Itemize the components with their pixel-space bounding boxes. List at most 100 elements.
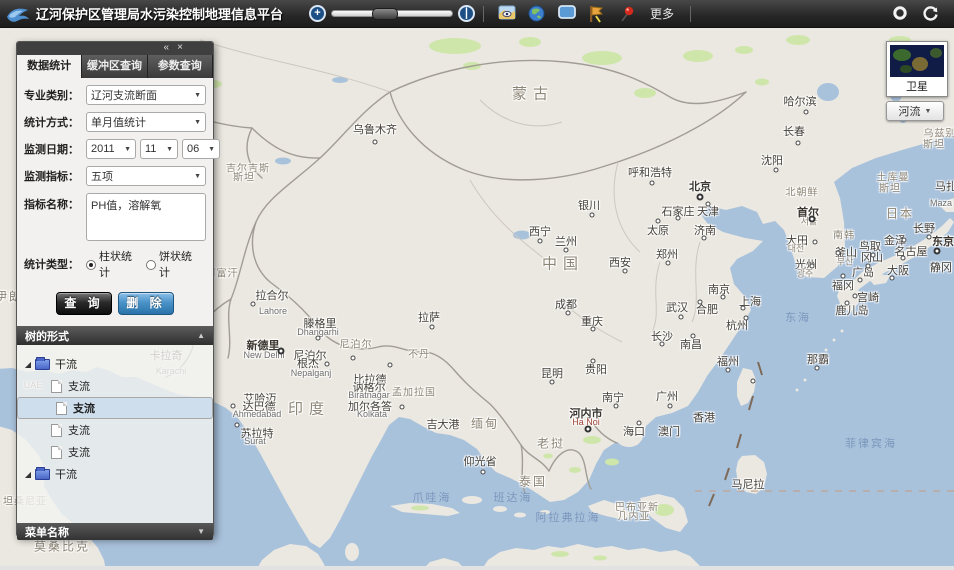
map-label: 长春 bbox=[783, 123, 805, 139]
map-label: 成都 bbox=[555, 296, 577, 312]
capital-city-marker bbox=[697, 194, 704, 201]
panel-collapse-icon[interactable]: « bbox=[163, 42, 169, 54]
radio-icon[interactable] bbox=[86, 260, 96, 270]
map-label: 南宁 bbox=[602, 389, 624, 405]
capital-city-marker bbox=[934, 248, 941, 255]
city-marker bbox=[890, 276, 895, 281]
city-marker bbox=[751, 379, 756, 384]
zoom-slider-handle[interactable] bbox=[372, 8, 398, 20]
map-label: 武汉 bbox=[666, 299, 688, 315]
city-marker bbox=[774, 168, 779, 173]
radio-option-0[interactable]: 柱状统计 bbox=[86, 248, 136, 280]
map-label: 西宁 bbox=[529, 223, 551, 239]
map-label: 沈阳 bbox=[761, 152, 783, 168]
date-label: 监测日期： bbox=[24, 141, 86, 157]
category-select[interactable]: 辽河支流断面 ▼ bbox=[86, 85, 206, 105]
map-label: 那霸 bbox=[807, 351, 829, 367]
zoom-in-button[interactable]: + bbox=[309, 5, 326, 22]
tab-2[interactable]: 参数查询 bbox=[148, 55, 213, 78]
document-icon bbox=[51, 424, 62, 437]
city-marker bbox=[231, 404, 236, 409]
tree-expander-icon[interactable]: ◢ bbox=[17, 470, 31, 479]
city-marker bbox=[841, 274, 846, 279]
map-label: 斯坦 bbox=[233, 169, 255, 184]
app-title: 辽河保护区管理局水污染控制地理信息平台 bbox=[36, 4, 283, 23]
indicator-select[interactable]: 五项 ▼ bbox=[86, 166, 206, 186]
tree-node-leaf-4[interactable]: 支流 bbox=[17, 441, 213, 463]
panel-close-icon[interactable]: × bbox=[177, 42, 183, 54]
form-buttons: 查 询 删 除 bbox=[56, 292, 206, 315]
map-label: 中国 bbox=[542, 253, 584, 274]
year-select[interactable]: 2011 ▼ bbox=[86, 139, 136, 159]
map-label: Biratnagar bbox=[348, 390, 390, 400]
tree-node-folder-0[interactable]: ◢ 干流 bbox=[17, 353, 213, 375]
city-marker bbox=[741, 306, 746, 311]
zoom-slider-track[interactable] bbox=[331, 10, 453, 17]
map-label: Maza bbox=[930, 198, 952, 208]
map-label: 대전 bbox=[788, 242, 805, 255]
map-label: 阿拉弗拉海 bbox=[536, 509, 601, 525]
flag-measure-icon[interactable] bbox=[588, 5, 606, 23]
tree-expander-icon[interactable]: ◢ bbox=[17, 360, 31, 369]
radio-label: 柱状统计 bbox=[99, 248, 136, 280]
chevron-down-icon: ▼ bbox=[208, 146, 215, 153]
pushpin-icon[interactable] bbox=[618, 5, 636, 23]
map-label: 斯坦 bbox=[923, 136, 945, 151]
tab-1[interactable]: 缓冲区查询 bbox=[82, 55, 147, 78]
tree-node-leaf-2[interactable]: 支流 bbox=[17, 397, 213, 419]
tree-node-label: 干流 bbox=[55, 356, 77, 372]
overview-map-icon[interactable] bbox=[498, 5, 516, 23]
chevron-down-icon: ▼ bbox=[194, 173, 201, 180]
city-marker bbox=[566, 311, 571, 316]
chevron-down-icon: ▼ bbox=[124, 146, 131, 153]
document-icon bbox=[51, 446, 62, 459]
tree-section-header[interactable]: 树的形式 ▲ bbox=[17, 326, 213, 345]
satellite-label: 卫星 bbox=[887, 78, 947, 96]
query-button[interactable]: 查 询 bbox=[56, 292, 112, 315]
map-label: 부산 bbox=[837, 255, 854, 268]
map-label: 马尼拉 bbox=[732, 476, 765, 492]
map-label: 吉大港 bbox=[427, 416, 460, 432]
tree-node-folder-5[interactable]: ◢ 干流 bbox=[17, 463, 213, 485]
city-marker bbox=[481, 470, 486, 475]
city-marker bbox=[902, 238, 907, 243]
city-marker bbox=[726, 368, 731, 373]
settings-icon[interactable] bbox=[892, 5, 910, 23]
city-marker bbox=[804, 110, 809, 115]
tree-node-leaf-3[interactable]: 支流 bbox=[17, 419, 213, 441]
tab-0[interactable]: 数据统计 bbox=[17, 55, 82, 78]
tree-node-leaf-1[interactable]: 支流 bbox=[17, 375, 213, 397]
document-icon bbox=[51, 380, 62, 393]
city-marker bbox=[845, 301, 850, 306]
radio-option-1[interactable]: 饼状统计 bbox=[146, 248, 196, 280]
month-select[interactable]: 11 ▼ bbox=[140, 139, 178, 159]
maptype-controls: 卫星 河流 ▼ bbox=[886, 41, 950, 121]
indicator-names-textarea[interactable]: PH值，溶解氧 bbox=[86, 193, 206, 241]
bottom-strip bbox=[0, 566, 954, 570]
satellite-view-button[interactable]: 卫星 bbox=[886, 41, 948, 97]
map-label: 香港 bbox=[693, 409, 715, 425]
map-label: 老挝 bbox=[537, 435, 565, 452]
map-label: 尼泊尔 bbox=[340, 336, 373, 351]
rivers-layer-dropdown[interactable]: 河流 ▼ bbox=[886, 101, 944, 121]
method-select[interactable]: 单月值统计 ▼ bbox=[86, 112, 206, 132]
city-marker bbox=[698, 300, 703, 305]
capital-city-marker bbox=[585, 426, 592, 433]
city-marker bbox=[815, 366, 820, 371]
logout-refresh-icon[interactable] bbox=[922, 5, 940, 23]
map-label: Lahore bbox=[259, 306, 287, 316]
city-marker bbox=[871, 253, 876, 258]
radio-icon[interactable] bbox=[146, 260, 156, 270]
chevron-down-icon: ▼ bbox=[166, 146, 173, 153]
delete-button[interactable]: 删 除 bbox=[118, 292, 174, 315]
panel-titlebar: « × bbox=[17, 42, 213, 55]
menu-name-bar[interactable]: 菜单名称 ▼ bbox=[17, 523, 213, 540]
panel-tabs: 数据统计缓冲区查询参数查询 bbox=[17, 55, 213, 78]
day-select[interactable]: 06 ▼ bbox=[182, 139, 220, 159]
globe-icon[interactable] bbox=[528, 5, 546, 23]
screen-message-icon[interactable] bbox=[558, 5, 576, 23]
more-menu[interactable]: 更多 bbox=[650, 5, 674, 22]
tree-node-label: 干流 bbox=[55, 466, 77, 482]
zoom-extent-button[interactable]: ❘ bbox=[458, 5, 475, 22]
city-marker bbox=[721, 295, 726, 300]
